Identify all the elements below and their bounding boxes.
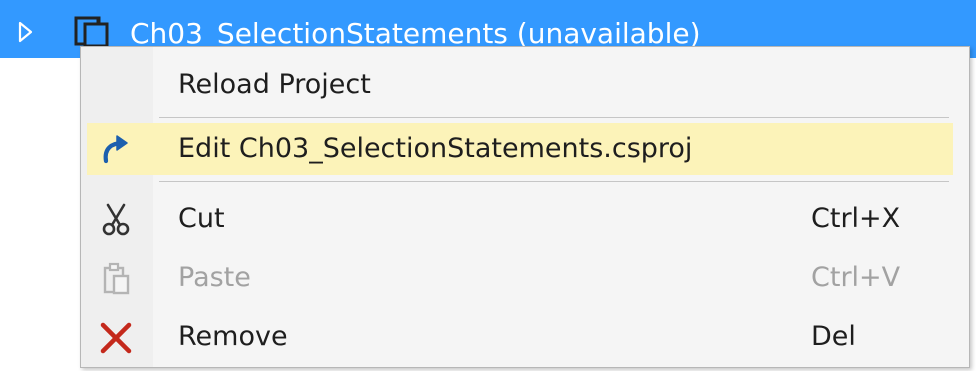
menu-item-edit-project-file[interactable]: Edit Ch03_SelectionStatements.csproj [87,123,953,175]
edit-arrow-icon [99,133,133,167]
scissors-icon [99,203,133,237]
menu-separator [159,181,949,182]
menu-item-shortcut: Del [811,321,856,352]
menu-item-reload-project[interactable]: Reload Project [87,59,953,111]
menu-item-remove[interactable]: Remove Del [87,311,953,363]
remove-x-icon [99,321,133,355]
menu-item-label: Reload Project [178,69,371,100]
paste-icon [99,262,133,296]
menu-item-label: Edit Ch03_SelectionStatements.csproj [178,133,693,164]
menu-item-paste[interactable]: Paste Ctrl+V [87,252,953,304]
menu-item-label: Cut [178,203,225,234]
menu-item-cut[interactable]: Cut Ctrl+X [87,193,953,245]
menu-item-shortcut: Ctrl+X [811,203,901,234]
context-menu: Reload Project Edit Ch03_SelectionStatem… [80,46,970,368]
screenshot-stage: Ch03_SelectionStatements (unavailable) R… [0,0,976,371]
project-icon [72,14,114,48]
menu-item-label: Paste [178,262,251,293]
menu-separator [159,117,949,118]
menu-item-label: Remove [178,321,288,352]
expand-triangle-icon[interactable] [16,20,36,44]
menu-item-shortcut: Ctrl+V [811,262,901,293]
